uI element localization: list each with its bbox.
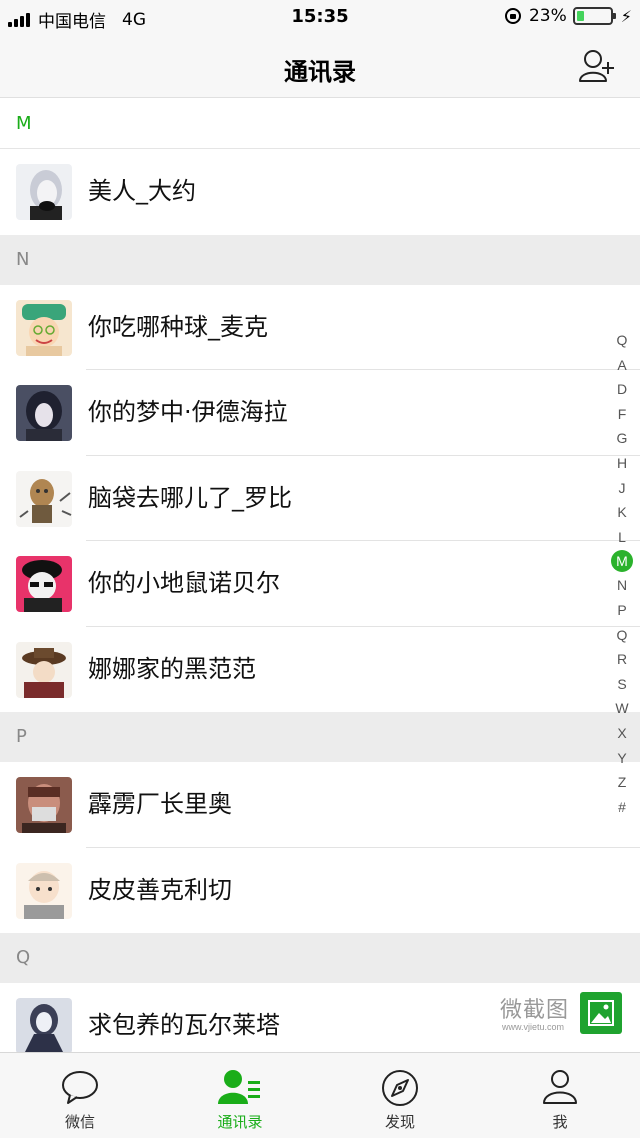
status-bar: 中国电信 4G 15:35 23% ⚡	[0, 0, 640, 36]
index-letter-x[interactable]: X	[610, 721, 634, 746]
tab-label: 发现	[384, 1113, 415, 1131]
index-letter-s[interactable]: S	[610, 672, 634, 697]
contact-name: 脑袋去哪儿了_罗比	[88, 483, 292, 512]
contact-row[interactable]: 你的梦中·伊德海拉	[0, 370, 640, 456]
avatar	[16, 299, 72, 356]
index-letter-d[interactable]: D	[610, 377, 634, 402]
avatar	[16, 470, 72, 527]
index-letter-hash[interactable]: #	[610, 795, 634, 820]
contact-row[interactable]: 美人_大约	[0, 149, 640, 235]
section-header-q: Q	[0, 933, 640, 983]
watermark-url: www.vjietu.com	[502, 1022, 565, 1032]
avatar	[16, 998, 72, 1052]
tab-person[interactable]: 我	[480, 1053, 640, 1138]
page-title: 通讯录	[284, 58, 356, 86]
contact-name: 你吃哪种球_麦克	[88, 312, 268, 341]
index-letter-k[interactable]: K	[610, 500, 634, 525]
watermark: 微截图 www.vjietu.com	[498, 990, 624, 1036]
section-header-n: N	[0, 234, 640, 285]
watermark-text: 微截图	[500, 998, 570, 1023]
contact-name: 霹雳厂长里奥	[88, 790, 232, 818]
contact-row[interactable]: 你的小地鼠诺贝尔	[0, 541, 640, 627]
avatar	[16, 385, 72, 441]
contact-row[interactable]: 皮皮善克利切	[0, 847, 640, 933]
index-letter-m[interactable]: M	[611, 550, 633, 573]
status-right: 23% ⚡	[504, 6, 632, 26]
contact-row[interactable]: 娜娜家的黑范范	[0, 626, 640, 712]
index-letter-g[interactable]: G	[610, 426, 634, 451]
contact-name: 你的小地鼠诺贝尔	[88, 569, 280, 597]
tab-chat[interactable]: 微信	[0, 1053, 160, 1138]
contact-row[interactable]: 你吃哪种球_麦克	[0, 284, 640, 370]
contact-name: 娜娜家的黑范范	[88, 654, 256, 683]
index-letter-z[interactable]: Z	[610, 770, 634, 795]
contact-row[interactable]: 脑袋去哪儿了_罗比	[0, 455, 640, 541]
contact-name: 求包养的瓦尔莱塔	[88, 1011, 280, 1039]
tab-label: 我	[552, 1113, 568, 1131]
index-letter-y[interactable]: Y	[610, 746, 634, 771]
nav-bar: 通讯录	[0, 36, 640, 98]
index-letter-p[interactable]: P	[610, 598, 634, 623]
add-contact-button[interactable]	[578, 48, 616, 84]
tab-label: 微信	[64, 1113, 95, 1131]
battery-percent: 23%	[528, 6, 567, 26]
section-header-m: M	[0, 99, 640, 149]
index-letter-a[interactable]: A	[610, 353, 634, 378]
contact-row[interactable]: 霹雳厂长里奥	[0, 762, 640, 848]
orientation-lock-icon	[504, 8, 521, 24]
tab-label: 通讯录	[217, 1113, 263, 1131]
contact-name: 美人_大约	[88, 177, 196, 205]
tab-bar: 微信 通讯录 发现 我	[0, 1052, 640, 1138]
contact-name: 皮皮善克利切	[88, 875, 232, 904]
section-header-p: P	[0, 712, 640, 762]
avatar	[16, 777, 72, 833]
index-letter-r[interactable]: R	[610, 647, 634, 672]
index-letter-q[interactable]: Q	[610, 623, 634, 648]
add-person-icon	[579, 50, 614, 82]
tab-compass[interactable]: 发现	[320, 1053, 480, 1138]
avatar	[16, 641, 72, 698]
index-letter-f[interactable]: F	[610, 402, 634, 427]
contact-list[interactable]: M 美人_大约 N 你吃哪种球_麦克 你的梦中·伊德海拉 脑袋去哪儿了_罗比 你的小地鼠诺贝…	[0, 99, 640, 1052]
avatar	[16, 556, 72, 612]
index-letter-w[interactable]: W	[610, 696, 634, 721]
battery-icon	[572, 7, 616, 25]
index-letter-q[interactable]: Q	[610, 328, 634, 353]
tab-contacts[interactable]: 通讯录	[160, 1053, 320, 1138]
index-letter-j[interactable]: J	[610, 476, 634, 501]
contact-name: 你的梦中·伊德海拉	[88, 398, 288, 426]
watermark-logo-icon	[580, 992, 622, 1034]
charging-icon: ⚡	[620, 6, 632, 26]
alphabet-index[interactable]: Q A D F G H J K L M N P Q R S W X Y Z #	[610, 328, 634, 819]
index-letter-l[interactable]: L	[610, 525, 634, 550]
avatar	[16, 862, 72, 919]
index-letter-h[interactable]: H	[610, 451, 634, 476]
avatar	[16, 164, 72, 220]
index-letter-n[interactable]: N	[610, 573, 634, 598]
